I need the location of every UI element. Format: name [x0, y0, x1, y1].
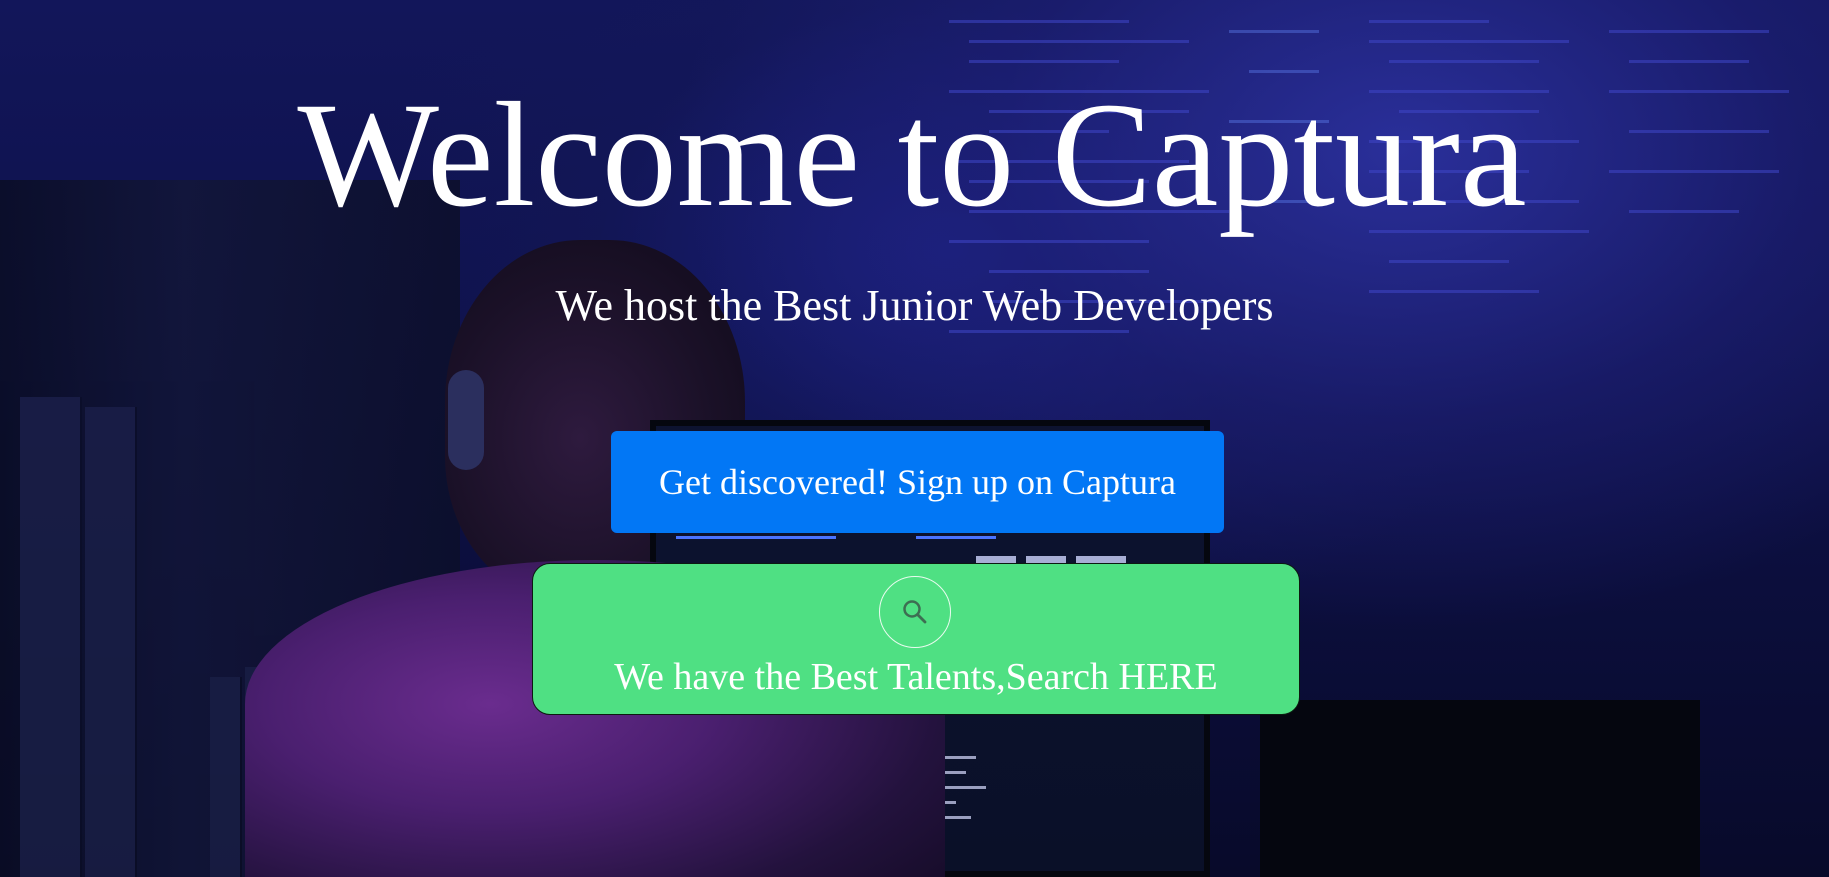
signup-button[interactable]: Get discovered! Sign up on Captura — [611, 431, 1224, 533]
search-icon-circle[interactable] — [879, 576, 951, 648]
search-talents-button[interactable]: We have the Best Talents,Search HERE — [532, 563, 1300, 715]
page-title-text: Welcome to Captura — [297, 72, 1527, 238]
page-title: Welcome to Captura — [0, 80, 1829, 230]
background-headphone — [448, 370, 484, 470]
hero-section: Welcome to Captura We host the Best Juni… — [0, 0, 1829, 877]
background-second-monitor — [1260, 700, 1700, 877]
page-subtitle: We host the Best Junior Web Developers — [555, 281, 1274, 330]
search-talents-label: We have the Best Talents,Search HERE — [614, 656, 1218, 698]
search-icon — [903, 600, 927, 624]
